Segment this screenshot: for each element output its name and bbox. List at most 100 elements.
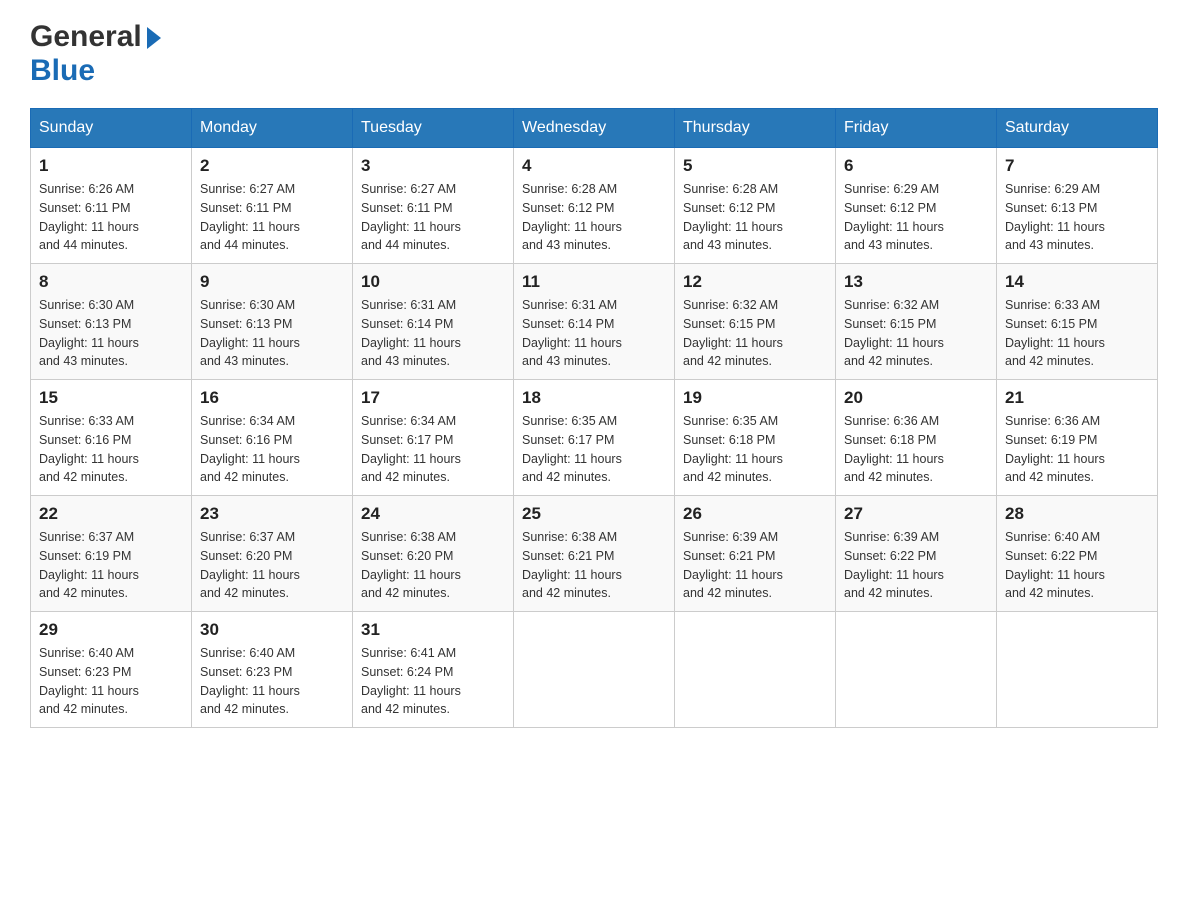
calendar-cell: 12 Sunrise: 6:32 AM Sunset: 6:15 PM Dayl…	[675, 264, 836, 380]
calendar-cell: 8 Sunrise: 6:30 AM Sunset: 6:13 PM Dayli…	[31, 264, 192, 380]
calendar-cell: 10 Sunrise: 6:31 AM Sunset: 6:14 PM Dayl…	[353, 264, 514, 380]
day-info: Sunrise: 6:31 AM Sunset: 6:14 PM Dayligh…	[522, 296, 666, 371]
calendar-cell: 21 Sunrise: 6:36 AM Sunset: 6:19 PM Dayl…	[997, 380, 1158, 496]
day-info: Sunrise: 6:28 AM Sunset: 6:12 PM Dayligh…	[683, 180, 827, 255]
day-header-friday: Friday	[836, 109, 997, 148]
day-number: 9	[200, 272, 344, 292]
day-number: 29	[39, 620, 183, 640]
calendar-cell: 24 Sunrise: 6:38 AM Sunset: 6:20 PM Dayl…	[353, 496, 514, 612]
day-info: Sunrise: 6:39 AM Sunset: 6:21 PM Dayligh…	[683, 528, 827, 603]
day-info: Sunrise: 6:37 AM Sunset: 6:20 PM Dayligh…	[200, 528, 344, 603]
calendar-cell: 5 Sunrise: 6:28 AM Sunset: 6:12 PM Dayli…	[675, 148, 836, 264]
day-info: Sunrise: 6:41 AM Sunset: 6:24 PM Dayligh…	[361, 644, 505, 719]
calendar-cell: 14 Sunrise: 6:33 AM Sunset: 6:15 PM Dayl…	[997, 264, 1158, 380]
day-info: Sunrise: 6:30 AM Sunset: 6:13 PM Dayligh…	[39, 296, 183, 371]
day-info: Sunrise: 6:40 AM Sunset: 6:23 PM Dayligh…	[200, 644, 344, 719]
day-info: Sunrise: 6:32 AM Sunset: 6:15 PM Dayligh…	[844, 296, 988, 371]
calendar-cell: 22 Sunrise: 6:37 AM Sunset: 6:19 PM Dayl…	[31, 496, 192, 612]
calendar-cell: 28 Sunrise: 6:40 AM Sunset: 6:22 PM Dayl…	[997, 496, 1158, 612]
calendar-cell: 23 Sunrise: 6:37 AM Sunset: 6:20 PM Dayl…	[192, 496, 353, 612]
day-info: Sunrise: 6:30 AM Sunset: 6:13 PM Dayligh…	[200, 296, 344, 371]
day-info: Sunrise: 6:38 AM Sunset: 6:20 PM Dayligh…	[361, 528, 505, 603]
calendar-cell: 7 Sunrise: 6:29 AM Sunset: 6:13 PM Dayli…	[997, 148, 1158, 264]
day-info: Sunrise: 6:34 AM Sunset: 6:16 PM Dayligh…	[200, 412, 344, 487]
day-number: 11	[522, 272, 666, 292]
day-info: Sunrise: 6:36 AM Sunset: 6:18 PM Dayligh…	[844, 412, 988, 487]
calendar-cell	[675, 612, 836, 728]
day-info: Sunrise: 6:36 AM Sunset: 6:19 PM Dayligh…	[1005, 412, 1149, 487]
day-info: Sunrise: 6:33 AM Sunset: 6:15 PM Dayligh…	[1005, 296, 1149, 371]
calendar-cell: 2 Sunrise: 6:27 AM Sunset: 6:11 PM Dayli…	[192, 148, 353, 264]
day-number: 24	[361, 504, 505, 524]
day-info: Sunrise: 6:27 AM Sunset: 6:11 PM Dayligh…	[200, 180, 344, 255]
day-number: 1	[39, 156, 183, 176]
calendar-cell: 29 Sunrise: 6:40 AM Sunset: 6:23 PM Dayl…	[31, 612, 192, 728]
day-info: Sunrise: 6:40 AM Sunset: 6:22 PM Dayligh…	[1005, 528, 1149, 603]
week-row-5: 29 Sunrise: 6:40 AM Sunset: 6:23 PM Dayl…	[31, 612, 1158, 728]
day-number: 28	[1005, 504, 1149, 524]
calendar-cell: 17 Sunrise: 6:34 AM Sunset: 6:17 PM Dayl…	[353, 380, 514, 496]
logo-arrow-icon	[147, 27, 161, 49]
calendar-cell: 1 Sunrise: 6:26 AM Sunset: 6:11 PM Dayli…	[31, 148, 192, 264]
day-number: 21	[1005, 388, 1149, 408]
day-info: Sunrise: 6:37 AM Sunset: 6:19 PM Dayligh…	[39, 528, 183, 603]
calendar-cell: 18 Sunrise: 6:35 AM Sunset: 6:17 PM Dayl…	[514, 380, 675, 496]
day-header-saturday: Saturday	[997, 109, 1158, 148]
calendar-cell: 26 Sunrise: 6:39 AM Sunset: 6:21 PM Dayl…	[675, 496, 836, 612]
day-number: 25	[522, 504, 666, 524]
calendar-cell: 16 Sunrise: 6:34 AM Sunset: 6:16 PM Dayl…	[192, 380, 353, 496]
day-number: 2	[200, 156, 344, 176]
day-number: 17	[361, 388, 505, 408]
day-number: 7	[1005, 156, 1149, 176]
day-header-monday: Monday	[192, 109, 353, 148]
week-row-2: 8 Sunrise: 6:30 AM Sunset: 6:13 PM Dayli…	[31, 264, 1158, 380]
day-info: Sunrise: 6:39 AM Sunset: 6:22 PM Dayligh…	[844, 528, 988, 603]
day-number: 26	[683, 504, 827, 524]
calendar-cell: 13 Sunrise: 6:32 AM Sunset: 6:15 PM Dayl…	[836, 264, 997, 380]
day-info: Sunrise: 6:29 AM Sunset: 6:13 PM Dayligh…	[1005, 180, 1149, 255]
day-info: Sunrise: 6:33 AM Sunset: 6:16 PM Dayligh…	[39, 412, 183, 487]
day-number: 31	[361, 620, 505, 640]
day-header-tuesday: Tuesday	[353, 109, 514, 148]
day-number: 16	[200, 388, 344, 408]
calendar-cell	[514, 612, 675, 728]
page-header: General Blue	[30, 20, 1158, 88]
day-number: 10	[361, 272, 505, 292]
day-info: Sunrise: 6:28 AM Sunset: 6:12 PM Dayligh…	[522, 180, 666, 255]
calendar-cell: 6 Sunrise: 6:29 AM Sunset: 6:12 PM Dayli…	[836, 148, 997, 264]
calendar-cell	[997, 612, 1158, 728]
day-number: 3	[361, 156, 505, 176]
day-header-thursday: Thursday	[675, 109, 836, 148]
calendar-cell: 19 Sunrise: 6:35 AM Sunset: 6:18 PM Dayl…	[675, 380, 836, 496]
week-row-4: 22 Sunrise: 6:37 AM Sunset: 6:19 PM Dayl…	[31, 496, 1158, 612]
day-number: 19	[683, 388, 827, 408]
calendar-cell: 3 Sunrise: 6:27 AM Sunset: 6:11 PM Dayli…	[353, 148, 514, 264]
day-number: 20	[844, 388, 988, 408]
day-number: 23	[200, 504, 344, 524]
day-info: Sunrise: 6:29 AM Sunset: 6:12 PM Dayligh…	[844, 180, 988, 255]
logo-blue-text: Blue	[30, 54, 95, 87]
day-info: Sunrise: 6:35 AM Sunset: 6:18 PM Dayligh…	[683, 412, 827, 487]
day-number: 18	[522, 388, 666, 408]
day-info: Sunrise: 6:27 AM Sunset: 6:11 PM Dayligh…	[361, 180, 505, 255]
calendar-table: SundayMondayTuesdayWednesdayThursdayFrid…	[30, 108, 1158, 728]
day-header-wednesday: Wednesday	[514, 109, 675, 148]
calendar-cell: 30 Sunrise: 6:40 AM Sunset: 6:23 PM Dayl…	[192, 612, 353, 728]
day-number: 22	[39, 504, 183, 524]
calendar-cell: 11 Sunrise: 6:31 AM Sunset: 6:14 PM Dayl…	[514, 264, 675, 380]
day-info: Sunrise: 6:34 AM Sunset: 6:17 PM Dayligh…	[361, 412, 505, 487]
day-number: 12	[683, 272, 827, 292]
logo-general-text: General	[30, 20, 142, 54]
day-number: 13	[844, 272, 988, 292]
day-number: 14	[1005, 272, 1149, 292]
day-info: Sunrise: 6:38 AM Sunset: 6:21 PM Dayligh…	[522, 528, 666, 603]
day-number: 8	[39, 272, 183, 292]
logo: General Blue	[30, 20, 161, 88]
day-info: Sunrise: 6:35 AM Sunset: 6:17 PM Dayligh…	[522, 412, 666, 487]
calendar-cell	[836, 612, 997, 728]
day-info: Sunrise: 6:26 AM Sunset: 6:11 PM Dayligh…	[39, 180, 183, 255]
day-number: 27	[844, 504, 988, 524]
day-info: Sunrise: 6:40 AM Sunset: 6:23 PM Dayligh…	[39, 644, 183, 719]
week-row-1: 1 Sunrise: 6:26 AM Sunset: 6:11 PM Dayli…	[31, 148, 1158, 264]
calendar-cell: 31 Sunrise: 6:41 AM Sunset: 6:24 PM Dayl…	[353, 612, 514, 728]
